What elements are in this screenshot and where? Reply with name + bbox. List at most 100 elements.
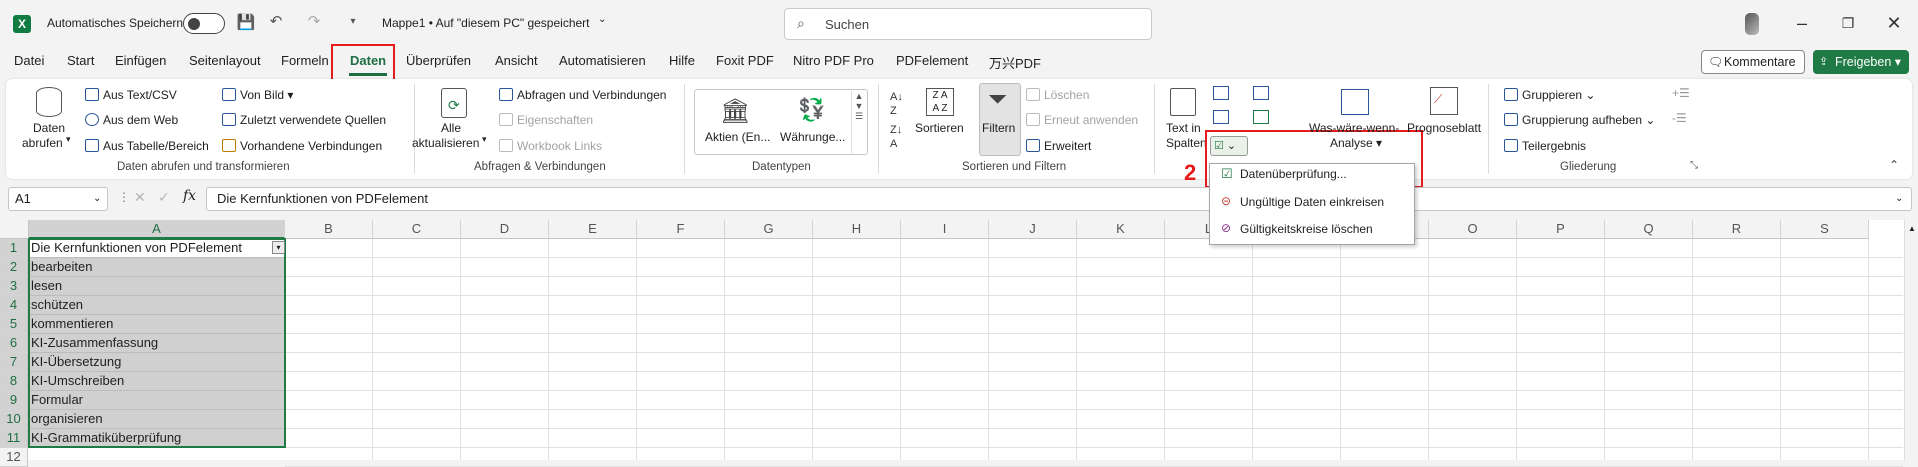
column-header[interactable]: C (373, 220, 461, 239)
tab-foxit-pdf[interactable]: Foxit PDF (716, 53, 774, 68)
column-header[interactable]: A (29, 220, 285, 239)
column-header[interactable]: O (1429, 220, 1517, 239)
flash-fill-icon[interactable] (1213, 86, 1229, 100)
sort-label[interactable]: Sortieren (915, 121, 964, 135)
cell[interactable]: Formular (29, 391, 285, 410)
column-header[interactable]: R (1693, 220, 1781, 239)
row-header[interactable]: 12 (0, 448, 28, 467)
enter-icon[interactable]: ✓ (158, 189, 170, 206)
autosave-toggle[interactable] (183, 13, 225, 34)
search-box[interactable]: ⌕ Suchen (784, 8, 1152, 40)
close-icon[interactable]: ✕ (1880, 10, 1908, 36)
text-to-columns-label[interactable]: Text in (1166, 121, 1201, 135)
row-header[interactable]: 8 (0, 372, 28, 391)
sort-az-icon[interactable]: A↓ Z (890, 90, 903, 118)
cell[interactable]: KI-Übersetzung (29, 353, 285, 372)
filter-label[interactable]: Filtern (982, 121, 1015, 135)
cell[interactable]: lesen (29, 277, 285, 296)
formula-input[interactable]: Die Kernfunktionen von PDFelement ⌄ (206, 187, 1912, 211)
document-title[interactable]: Mappe1 • Auf "diesem PC" gespeichert (382, 16, 590, 30)
reapply[interactable]: Erneut anwenden (1026, 113, 1138, 127)
select-all-corner[interactable] (0, 220, 29, 239)
tab-wanxing-pdf[interactable]: 万兴PDF (989, 53, 1041, 72)
cell[interactable]: bearbeiten (29, 258, 285, 277)
row-header[interactable]: 5 (0, 315, 28, 334)
tab-formeln[interactable]: Formeln (281, 53, 329, 68)
tab-start[interactable]: Start (67, 53, 94, 68)
column-header[interactable]: P (1517, 220, 1605, 239)
group-button[interactable]: Gruppieren ⌄ (1504, 88, 1595, 102)
minimize-icon[interactable]: – (1788, 10, 1816, 36)
column-header[interactable]: Q (1605, 220, 1693, 239)
row-header[interactable]: 11 (0, 429, 28, 448)
cell[interactable]: schützen (29, 296, 285, 315)
row-header[interactable]: 1 (0, 239, 28, 258)
what-if-icon[interactable] (1341, 89, 1369, 115)
currency-icon[interactable]: 💱 (798, 97, 825, 123)
tab-einfuegen[interactable]: Einfügen (115, 53, 166, 68)
forecast-sheet-label[interactable]: Prognoseblatt (1407, 121, 1481, 135)
manage-data-model-icon[interactable] (1253, 110, 1269, 124)
workbook-links[interactable]: Workbook Links (499, 139, 602, 153)
get-data-label-2[interactable]: abrufen (22, 136, 63, 150)
filter-icon[interactable]: ⏷ (988, 86, 1007, 114)
vertical-scrollbar[interactable]: ▲ (1904, 220, 1918, 460)
subtotal-button[interactable]: Teilergebnis (1504, 139, 1586, 153)
worksheet-grid[interactable] (0, 220, 1918, 460)
column-header[interactable]: I (901, 220, 989, 239)
collapse-ribbon-icon[interactable]: ⌃ (1889, 158, 1899, 172)
maximize-icon[interactable]: ❐ (1834, 10, 1862, 36)
tab-ansicht[interactable]: Ansicht (495, 53, 538, 68)
row-header[interactable]: 9 (0, 391, 28, 410)
row-header[interactable]: 2 (0, 258, 28, 277)
tab-seitenlayout[interactable]: Seitenlayout (189, 53, 261, 68)
chevron-down-icon[interactable]: ▾ (482, 134, 487, 145)
cell[interactable]: kommentieren (29, 315, 285, 334)
tab-datei[interactable]: Datei (14, 53, 44, 68)
column-header[interactable]: K (1077, 220, 1165, 239)
chevron-down-icon[interactable]: ▾ (66, 134, 71, 145)
tab-automatisieren[interactable]: Automatisieren (559, 53, 646, 68)
column-header[interactable]: G (725, 220, 813, 239)
ungroup-button[interactable]: Gruppierung aufheben ⌄ (1504, 113, 1655, 127)
tab-nitro-pdf-pro[interactable]: Nitro PDF Pro (793, 53, 874, 68)
relationships-icon[interactable] (1253, 86, 1269, 100)
recent-sources[interactable]: Zuletzt verwendete Quellen (222, 113, 386, 127)
text-to-columns-label-2[interactable]: Spalten (1166, 136, 1207, 150)
column-header[interactable]: H (813, 220, 901, 239)
tab-hilfe[interactable]: Hilfe (669, 53, 695, 68)
cell[interactable]: organisieren (29, 410, 285, 429)
what-if-label[interactable]: Was-wäre-wenn- (1309, 121, 1399, 135)
properties[interactable]: Eigenschaften (499, 113, 593, 127)
redo-icon[interactable]: ↷ (302, 12, 326, 32)
existing-connections[interactable]: Vorhandene Verbindungen (222, 139, 382, 153)
column-header[interactable]: D (461, 220, 549, 239)
from-picture[interactable]: Von Bild ▾ (222, 88, 293, 102)
row-header[interactable]: 6 (0, 334, 28, 353)
row-header[interactable]: 7 (0, 353, 28, 372)
hide-detail-icon[interactable]: -☰ (1672, 111, 1687, 125)
forecast-sheet-icon[interactable]: ⟋ (1430, 87, 1458, 115)
remove-duplicates-icon[interactable] (1213, 110, 1229, 124)
save-icon[interactable]: 💾 (236, 13, 256, 33)
refresh-all-label-2[interactable]: aktualisieren (412, 136, 479, 150)
function-icon[interactable]: fx (183, 188, 196, 204)
column-header[interactable]: F (637, 220, 725, 239)
name-box[interactable]: A1 ⌄ (8, 187, 108, 211)
sort-za-icon[interactable]: Z↓ A (890, 123, 902, 151)
currency-label[interactable]: Währunge... (780, 130, 845, 144)
chevron-down-icon[interactable]: ⌄ (598, 14, 606, 25)
refresh-all-label[interactable]: Alle (441, 121, 461, 135)
dialog-launcher-icon[interactable]: ⤡ (1690, 160, 1698, 171)
stocks-icon[interactable]: 🏛 (720, 97, 750, 126)
row-header[interactable]: 3 (0, 277, 28, 296)
cell[interactable]: KI-Grammatiküberprüfung (29, 429, 285, 448)
cell[interactable]: Die Kernfunktionen von PDFelement (29, 239, 285, 258)
sort-icon[interactable]: Z AA Z (926, 88, 954, 116)
clear-filter[interactable]: Löschen (1026, 88, 1089, 102)
database-icon[interactable] (36, 87, 62, 117)
from-text-csv[interactable]: Aus Text/CSV (85, 88, 177, 102)
column-header[interactable]: B (285, 220, 373, 239)
menu-item-circle-invalid[interactable]: Ungültige Daten einkreisen (1240, 195, 1384, 209)
tab-pdfelement[interactable]: PDFelement (896, 53, 968, 68)
